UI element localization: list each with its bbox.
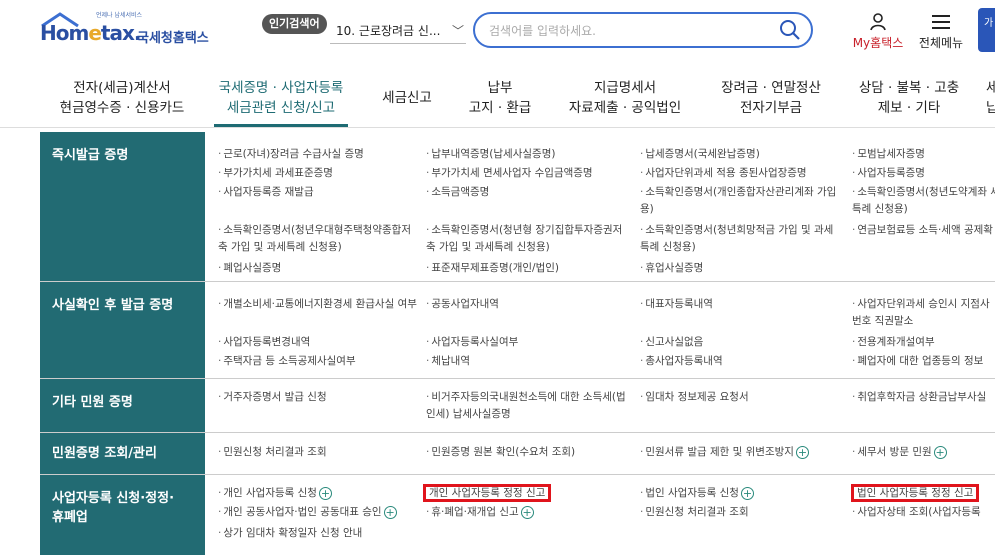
menu-item[interactable]: · 법인 사업자등록 신청 +	[640, 485, 840, 502]
menu-item[interactable]: · 대표자등록내역	[640, 296, 840, 313]
menu-item[interactable]: · 거주자증명서 발급 신청	[218, 389, 418, 406]
all-menu-button[interactable]: 전체메뉴	[912, 12, 970, 52]
menu-item[interactable]: · 소득확인증명서(개인종합자산관리계좌 가입용)	[640, 184, 842, 218]
row-header: 사업자등록 신청·정정· 휴폐업	[40, 475, 205, 555]
menu-item[interactable]: · 민원서류 발급 제한 및 위변조방지 +	[640, 444, 850, 461]
nav-payment-statements[interactable]: 지급명세서 자료제출 · 공익법인	[560, 78, 690, 118]
menu-item[interactable]: · 상가 임대차 확정일자 신청 안내	[218, 525, 418, 542]
menu-item[interactable]: · 개별소비세·교통에너지환경세 환급사실 여부	[218, 296, 418, 313]
menu-item[interactable]: · 사업자단위과세 적용 종된사업장증명	[640, 165, 850, 182]
menu-item[interactable]: · 소득확인증명서(청년희망적금 가입 및 과세특례 신청용)	[640, 222, 842, 256]
popular-search-badge: 인기검색어	[262, 14, 327, 34]
plus-circle-icon[interactable]: +	[520, 505, 534, 519]
plus-circle-icon[interactable]: +	[933, 445, 947, 459]
menu-item[interactable]: · 소득확인증명서(청년우대형주택청약종합저축 가입 및 과세특례 신청용)	[218, 222, 420, 256]
active-tab-indicator	[214, 124, 348, 127]
menu-item[interactable]: · 민원신청 처리결과 조회	[218, 444, 418, 461]
my-hometax-button[interactable]: My홈택스	[850, 12, 906, 52]
row-business-registration: 사업자등록 신청·정정· 휴폐업 · 개인 사업자등록 신청 + 개인 사업자등록 정…	[40, 475, 995, 555]
row-header: 기타 민원 증명	[40, 379, 205, 432]
popular-search-select[interactable]: 10. 근로장려금 신... ﹀	[330, 18, 466, 44]
menu-item[interactable]: · 사업자등록사실여부	[426, 334, 626, 351]
menu-item[interactable]: · 사업자단위과세 승인시 지점사 번호 직권말소	[852, 296, 995, 330]
menu-item[interactable]: · 개인 공동사업자·법인 공동대표 승인 +	[218, 504, 428, 521]
my-hometax-label: My홈택스	[852, 36, 904, 50]
hamburger-icon	[932, 15, 950, 29]
plus-circle-icon[interactable]: +	[795, 445, 809, 459]
menu-item-highlighted[interactable]: 개인 사업자등록 정정 신고	[422, 484, 626, 502]
search-icon[interactable]	[779, 19, 801, 41]
menu-item[interactable]: · 주택자금 등 소득공제사실여부	[218, 353, 418, 370]
menu-item[interactable]: · 휴업사실증명	[640, 260, 840, 277]
menu-item[interactable]: · 납부내역증명(납세사실증명)	[426, 146, 626, 163]
menu-item[interactable]: · 총사업자등록내역	[640, 353, 840, 370]
nav-e-invoice[interactable]: 전자(세금)계산서 현금영수증 · 신용카드	[52, 78, 192, 118]
plus-circle-icon[interactable]: +	[383, 505, 397, 519]
side-action-button[interactable]: 가	[978, 8, 995, 52]
menu-item[interactable]: · 개인 사업자등록 신청 +	[218, 485, 418, 502]
chevron-down-icon: ﹀	[451, 24, 464, 38]
menu-item[interactable]: · 공동사업자내역	[426, 296, 626, 313]
row-other-certificates: 기타 민원 증명 · 거주자증명서 발급 신청 · 비거주자등의국내원천소득에 대한…	[40, 379, 995, 433]
row-header: 민원증명 조회/관리	[40, 433, 205, 474]
menu-item[interactable]: · 취업후학자금 상환금납부사실	[852, 389, 995, 406]
menu-item[interactable]: · 소득확인증명서(청년형 장기집합투자증권저축 가입 및 과세특례 신청용)	[426, 222, 628, 256]
logo-tagline: 언제나 납세서비스	[96, 12, 143, 19]
menu-item[interactable]: · 민원신청 처리결과 조회	[640, 504, 840, 521]
menu-item-highlighted[interactable]: 법인 사업자등록 정정 신고	[850, 484, 995, 502]
menu-item[interactable]: · 사업자등록증 재발급	[218, 184, 418, 201]
user-icon	[870, 13, 886, 31]
search-input[interactable]: 검색어를 입력하세요.	[489, 22, 596, 39]
nav-payment[interactable]: 납부 고지 · 환급	[458, 78, 542, 118]
menu-item[interactable]: · 소득금액증명	[426, 184, 626, 201]
menu-item[interactable]: · 부가가치세 과세표준증명	[218, 165, 418, 182]
all-menu-label: 전체메뉴	[918, 36, 964, 50]
plus-circle-icon[interactable]: +	[318, 486, 332, 500]
site-header: 언제나 납세서비스 Hometax. 국세청홈택스 인기검색어 10. 근로장려…	[0, 0, 995, 62]
logo-wordmark: Hometax.	[40, 21, 141, 45]
main-navigation: 전자(세금)계산서 현금영수증 · 신용카드 국세증명 · 사업자등록 세금관련 신…	[0, 62, 995, 128]
menu-item[interactable]: · 임대차 정보제공 요청서	[640, 389, 840, 406]
menu-item[interactable]: · 민원증명 원본 확인(수요처 조회)	[426, 444, 626, 461]
logo-korean: 국세청홈택스	[137, 31, 209, 46]
menu-item[interactable]: · 휴·폐업·재개업 신고 +	[426, 504, 626, 521]
menu-item[interactable]: · 부가가치세 면세사업자 수입금액증명	[426, 165, 636, 182]
hometax-logo[interactable]: 언제나 납세서비스 Hometax. 국세청홈택스	[40, 10, 220, 50]
menu-item[interactable]: · 전용계좌개설여부	[852, 334, 995, 351]
popular-search-value: 10. 근로장려금 신...	[336, 24, 441, 38]
menu-item[interactable]: · 납세증명서(국세완납증명)	[640, 146, 840, 163]
menu-item[interactable]: · 폐업사실증명	[218, 260, 418, 277]
menu-item[interactable]: · 사업자등록변경내역	[218, 334, 418, 351]
menu-item[interactable]: · 소득확인증명서(청년도약계좌 세특례 신청용)	[852, 184, 995, 218]
nav-tax-report[interactable]: 세금신고	[372, 88, 442, 108]
menu-item[interactable]: · 폐업자에 대한 업종등의 정보	[852, 353, 995, 370]
row-certificate-lookup: 민원증명 조회/관리 · 민원신청 처리결과 조회 · 민원증명 원본 확인(수요처…	[40, 433, 995, 475]
row-header: 즉시발급 증명	[40, 132, 205, 281]
row-header: 사실확인 후 발급 증명	[40, 282, 205, 378]
nav-consulting[interactable]: 상담 · 불복 · 고충 제보 · 기타	[846, 78, 972, 118]
menu-item[interactable]: · 모범납세자증명	[852, 146, 995, 163]
row-instant-certificates: 즉시발급 증명 · 근로(자녀)장려금 수급사실 증명 · 납부내역증명(납세사실증…	[40, 132, 995, 282]
search-box[interactable]: 검색어를 입력하세요.	[473, 12, 813, 48]
nav-certificates[interactable]: 국세증명 · 사업자등록 세금관련 신청/신고	[210, 78, 352, 118]
menu-item[interactable]: · 표준재무제표증명(개인/법인)	[426, 260, 626, 277]
menu-item[interactable]: · 사업자등록증명	[852, 165, 995, 182]
menu-item[interactable]: · 세무서 방문 민원 +	[852, 444, 995, 461]
menu-item[interactable]: · 사업자상태 조회(사업자등록	[852, 504, 995, 521]
menu-item[interactable]: · 연금보험료등 소득·세액 공제확	[852, 222, 995, 239]
row-verified-certificates: 사실확인 후 발급 증명 · 개별소비세·교통에너지환경세 환급사실 여부 · 공동…	[40, 282, 995, 379]
menu-item[interactable]: · 체납내역	[426, 353, 626, 370]
menu-item[interactable]: · 신고사실없음	[640, 334, 840, 351]
nav-incentives[interactable]: 장려금 · 연말정산 전자기부금	[708, 78, 834, 118]
menu-item[interactable]: · 근로(자녀)장려금 수급사실 증명	[218, 146, 418, 163]
menu-item[interactable]: · 비거주자등의국내원천소득에 대한 소득세(법인세) 납세사실증명	[426, 389, 626, 423]
nav-more[interactable]: 세납	[986, 78, 995, 118]
plus-circle-icon[interactable]: +	[740, 486, 754, 500]
